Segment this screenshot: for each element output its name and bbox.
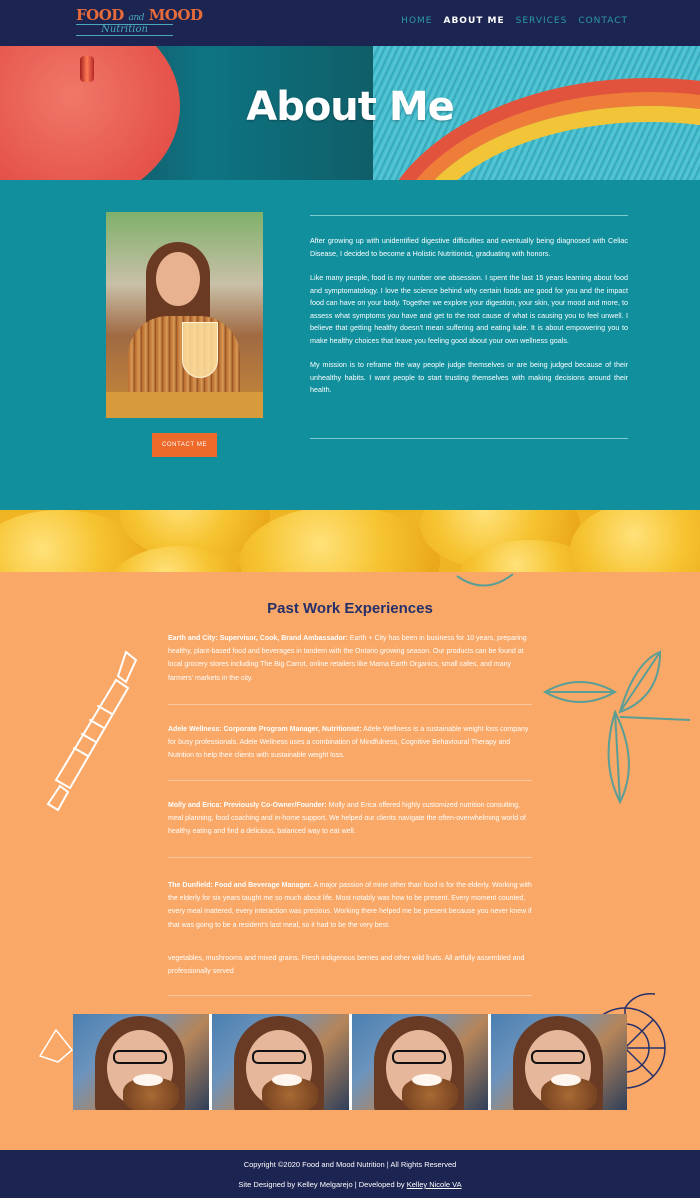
experience-heading: The Dunfield: Food and Beverage Manager. bbox=[168, 882, 312, 889]
experience-item: The Dunfield: Food and Beverage Manager.… bbox=[168, 879, 532, 932]
experience-heading: Adele Wellness: Corporate Program Manage… bbox=[168, 726, 362, 733]
about-paragraph: After growing up with unidentified diges… bbox=[310, 236, 628, 258]
logo-nutrition: Nutrition bbox=[76, 24, 173, 36]
divider bbox=[168, 780, 532, 781]
photo-frame bbox=[73, 1014, 210, 1110]
photo-strip bbox=[73, 1014, 627, 1110]
divider bbox=[310, 215, 628, 216]
nav-contact[interactable]: CONTACT bbox=[578, 16, 628, 26]
photo-frame bbox=[490, 1014, 627, 1110]
logo-food: FOOD bbox=[76, 6, 124, 24]
experience-item: Molly and Erica: Previously Co-Owner/Fou… bbox=[168, 799, 532, 839]
copyright-text: Copyright ©2020 Food and Mood Nutrition … bbox=[243, 1160, 457, 1169]
experience-heading: Molly and Erica: Previously Co-Owner/Fou… bbox=[168, 802, 327, 809]
contact-me-button[interactable]: CONTACT ME bbox=[152, 433, 217, 457]
site-footer: Copyright ©2020 Food and Mood Nutrition … bbox=[0, 1150, 700, 1198]
logo-wordmark: FOOD and MOOD bbox=[76, 6, 203, 24]
cracker-sketch-icon bbox=[38, 1028, 74, 1063]
leaves-sketch-icon bbox=[542, 650, 691, 805]
credit-text: Site Designed by Kelley Melgarejo | Deve… bbox=[238, 1180, 462, 1189]
logo-mood: MOOD bbox=[148, 6, 203, 24]
divider bbox=[168, 995, 532, 996]
experience-heading: Earth and City: Supervisor, Cook, Brand … bbox=[168, 635, 348, 642]
about-text: After growing up with unidentified diges… bbox=[310, 235, 628, 409]
profile-photo bbox=[106, 212, 263, 418]
photo-frame bbox=[212, 1014, 349, 1110]
record-spindle bbox=[80, 56, 94, 82]
experience-extra-text: vegetables, mushrooms and mixed grains. … bbox=[168, 955, 525, 976]
section-title: Past Work Experiences bbox=[267, 600, 433, 617]
divider bbox=[168, 704, 532, 705]
nav-home[interactable]: HOME bbox=[401, 16, 432, 26]
site-header: FOOD and MOOD Nutrition HOME ABOUT ME SE… bbox=[0, 0, 700, 46]
hero-banner: About Me bbox=[0, 46, 700, 180]
experience-item: Adele Wellness: Corporate Program Manage… bbox=[168, 723, 532, 763]
lemons-banner-image bbox=[0, 510, 700, 572]
nav-services[interactable]: SERVICES bbox=[516, 16, 568, 26]
photo-frame bbox=[351, 1014, 488, 1110]
about-section: CONTACT ME After growing up with unident… bbox=[0, 180, 700, 510]
rolling-pin-icon bbox=[46, 650, 138, 812]
page-title: About Me bbox=[246, 84, 455, 130]
logo-and: and bbox=[128, 13, 145, 23]
past-work-section: Past Work Experiences Earth and City: Su… bbox=[0, 572, 700, 1150]
developer-link[interactable]: Kelley Nicole VA bbox=[407, 1180, 462, 1189]
nav-about-me[interactable]: ABOUT ME bbox=[443, 16, 504, 26]
divider bbox=[168, 857, 532, 858]
leaf-sketch-icon bbox=[456, 573, 514, 587]
about-paragraph: Like many people, food is my number one … bbox=[310, 273, 628, 345]
site-logo[interactable]: FOOD and MOOD Nutrition bbox=[76, 6, 203, 38]
divider bbox=[310, 438, 628, 439]
about-paragraph: My mission is to reframe the way people … bbox=[310, 360, 628, 394]
experience-item: Earth and City: Supervisor, Cook, Brand … bbox=[168, 632, 532, 685]
main-nav: HOME ABOUT ME SERVICES CONTACT bbox=[401, 16, 628, 26]
